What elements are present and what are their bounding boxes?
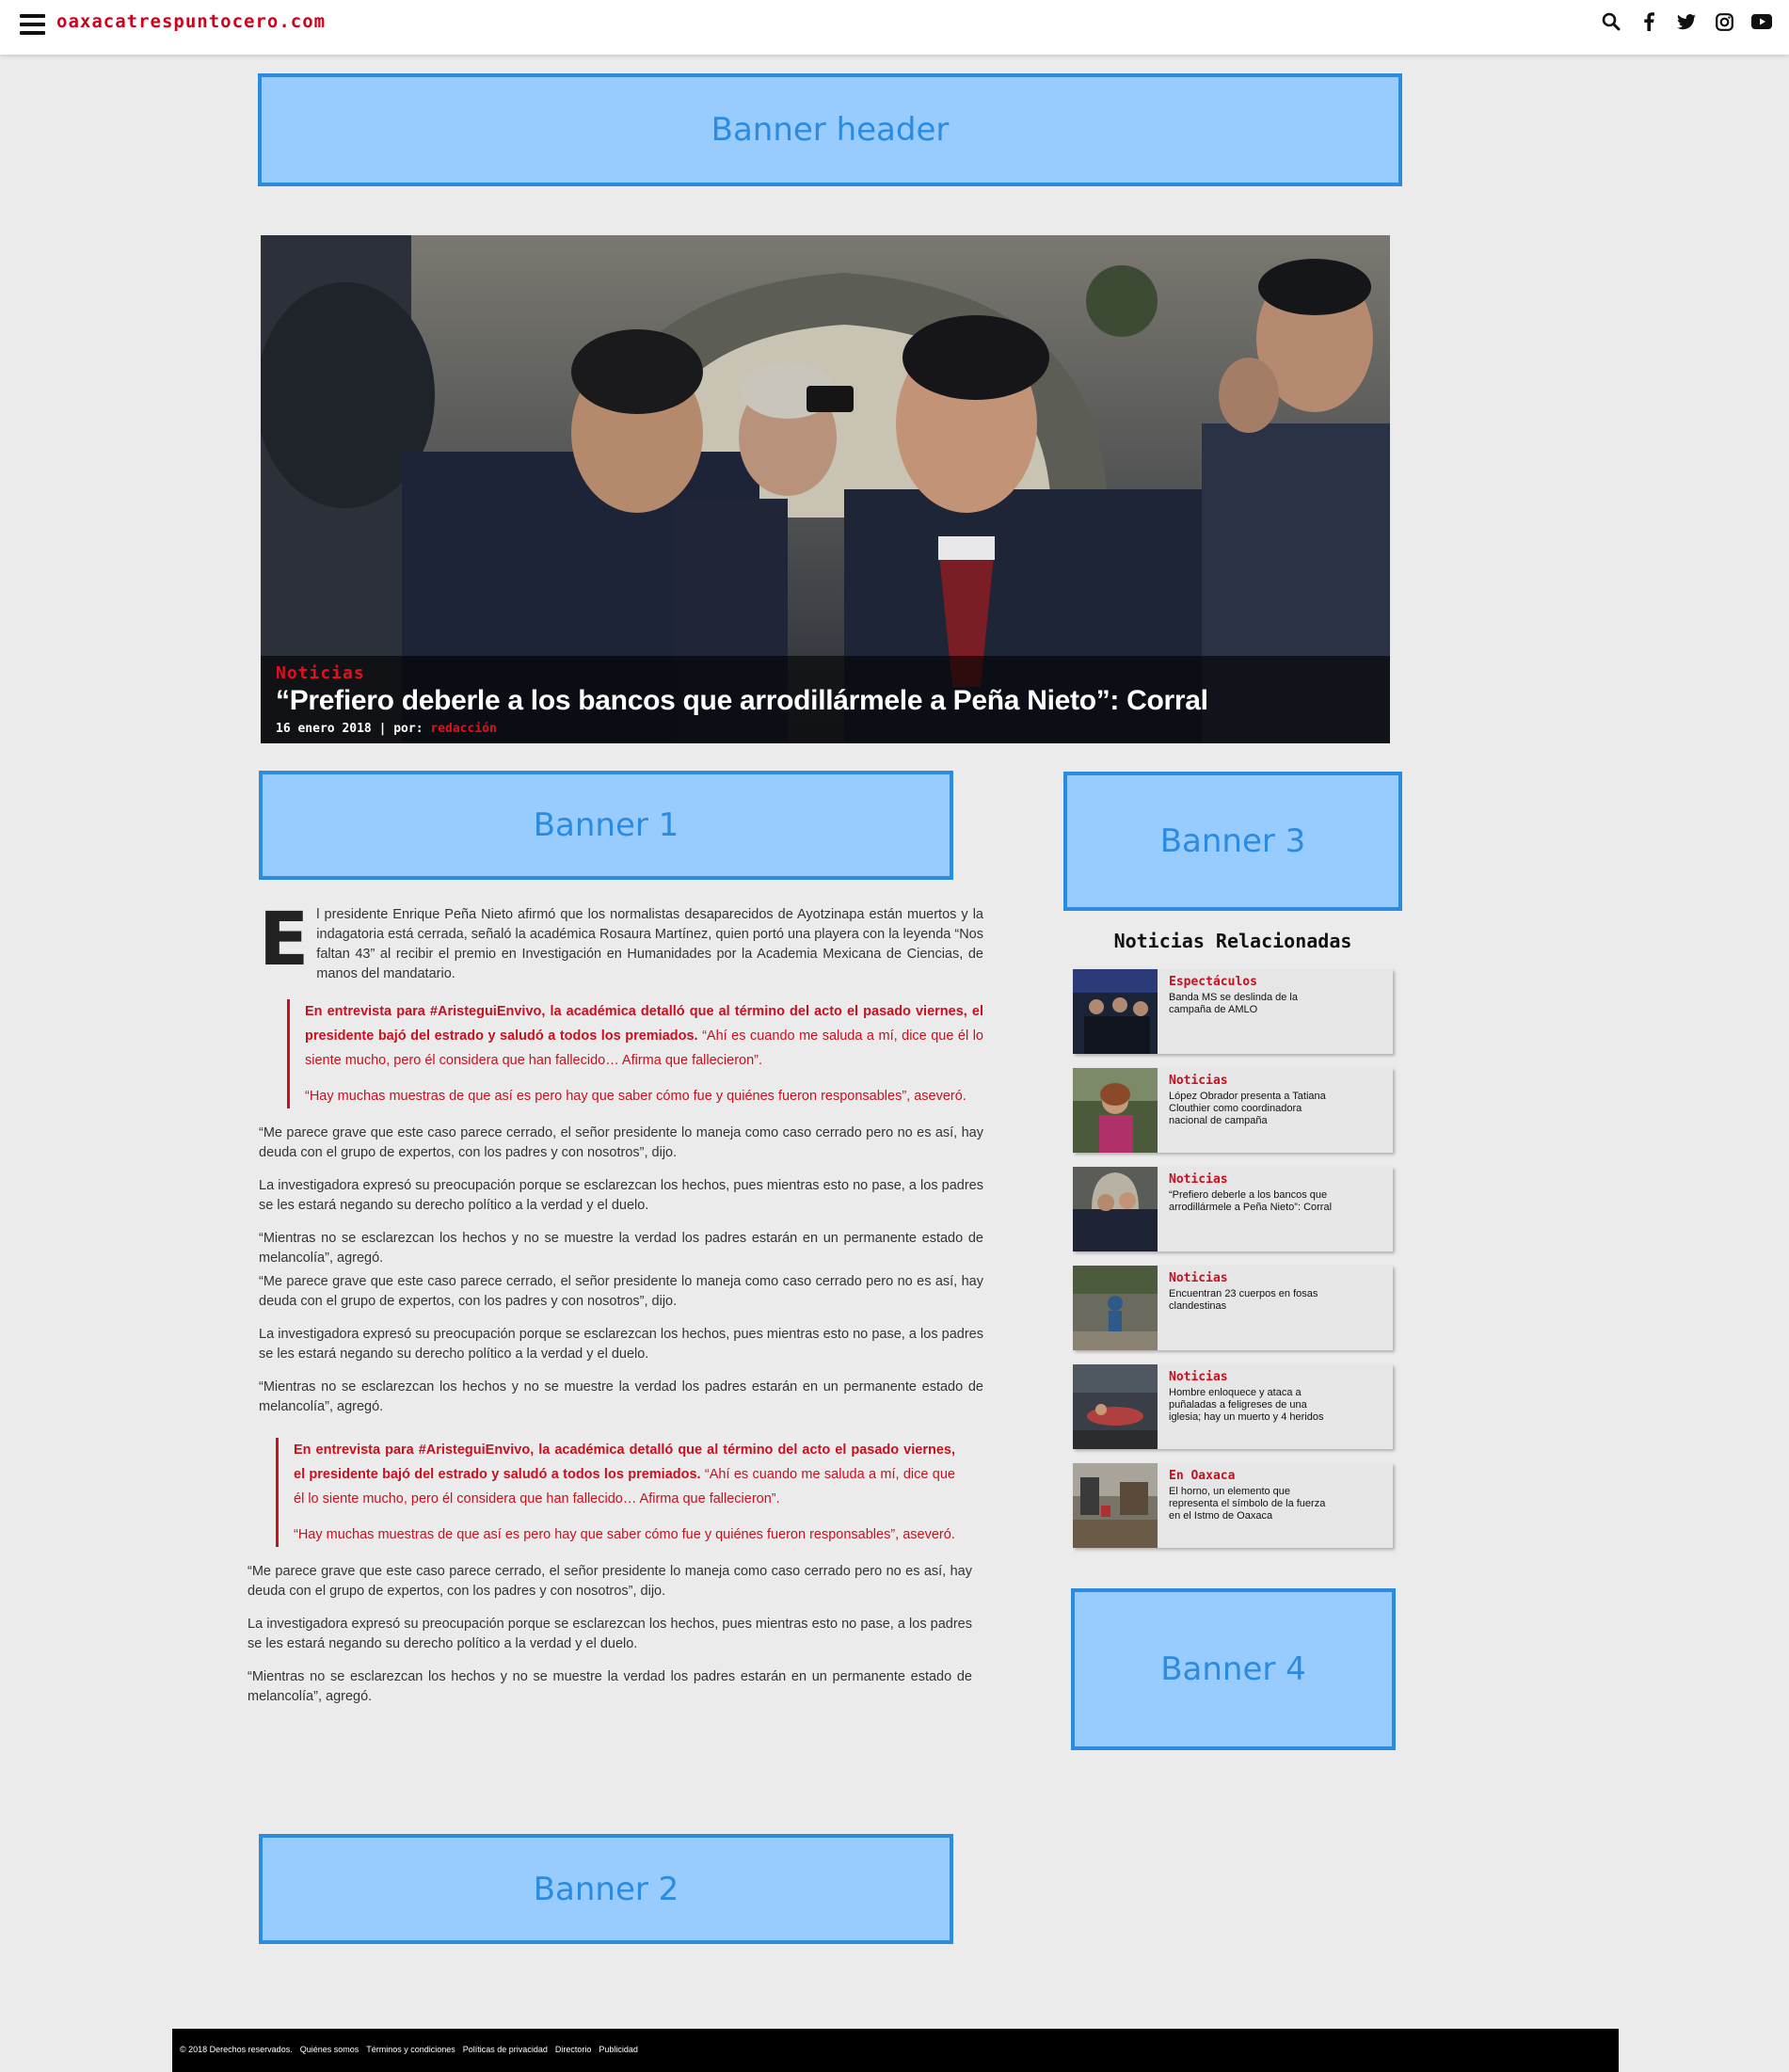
search-icon[interactable]	[1601, 11, 1621, 32]
dropcap: E	[259, 898, 310, 982]
related-card[interactable]: En Oaxaca El horno, un elemento que repr…	[1073, 1463, 1393, 1548]
footer-link-publicidad[interactable]: Publicidad	[599, 2045, 638, 2056]
social-icons	[1601, 11, 1772, 32]
banner-header[interactable]: Banner header	[258, 73, 1402, 186]
article-paragraph: “Me parece grave que este caso parece ce…	[248, 1564, 972, 1599]
related-card[interactable]: Noticias “Prefiero deberle a los bancos …	[1073, 1167, 1393, 1251]
hero-author[interactable]: redacción	[430, 722, 496, 736]
related-category: Noticias	[1169, 1370, 1228, 1384]
related-thumb	[1073, 1364, 1158, 1449]
quote-paragraph-2: “Hay muchas muestras de que así es pero …	[294, 1527, 955, 1542]
hero-caption: Noticias “Prefiero deberle a los bancos …	[261, 656, 1390, 743]
top-navbar: oaxacatrespuntocero.com	[0, 0, 1789, 55]
related-category: Noticias	[1169, 1271, 1228, 1285]
article-body: El presidente Enrique Peña Nieto afirmó …	[248, 898, 983, 1720]
related-thumb	[1073, 1068, 1158, 1153]
article-paragraph: “Mientras no se esclarezcan los hechos y…	[248, 1669, 972, 1704]
banner-3[interactable]: Banner 3	[1063, 772, 1402, 911]
hero-category[interactable]: Noticias	[276, 663, 1375, 683]
related-category: Espectáculos	[1169, 975, 1257, 989]
youtube-icon[interactable]	[1751, 11, 1772, 32]
hero-date: 16 enero 2018	[276, 722, 372, 736]
related-headline[interactable]: El horno, un elemento que representa el …	[1169, 1486, 1338, 1522]
article-paragraph: “Me parece grave que este caso parece ce…	[259, 1125, 983, 1160]
hero-article[interactable]: Noticias “Prefiero deberle a los bancos …	[261, 235, 1390, 743]
related-card[interactable]: Noticias López Obrador presenta a Tatian…	[1073, 1068, 1393, 1153]
blockquote: En entrevista para #AristeguiEnvivo, la …	[276, 1438, 955, 1547]
related-card[interactable]: Noticias Hombre enloquece y ataca a puña…	[1073, 1364, 1393, 1449]
footer-copyright: © 2018 Derechos reservados.	[180, 2045, 293, 2054]
related-card[interactable]: Espectáculos Banda MS se deslinda de la …	[1073, 969, 1393, 1054]
article-paragraph: La investigadora expresó su preocupación…	[259, 1327, 983, 1362]
related-category: Noticias	[1169, 1074, 1228, 1088]
related-card[interactable]: Noticias Encuentran 23 cuerpos en fosas …	[1073, 1266, 1393, 1350]
site-logo[interactable]: oaxacatrespuntocero.com	[56, 11, 326, 32]
related-headline[interactable]: Banda MS se deslinda de la campaña de AM…	[1169, 992, 1338, 1016]
footer-link-quienes-somos[interactable]: Quiénes somos	[300, 2045, 359, 2056]
quote-paragraph: En entrevista para #AristeguiEnvivo, la …	[305, 999, 983, 1073]
related-headline[interactable]: “Prefiero deberle a los bancos que arrod…	[1169, 1189, 1338, 1214]
related-headline[interactable]: Encuentran 23 cuerpos en fosas clandesti…	[1169, 1288, 1338, 1313]
instagram-icon[interactable]	[1714, 11, 1734, 32]
article-paragraph: “Mientras no se esclarezcan los hechos y…	[259, 1379, 983, 1414]
related-list: Espectáculos Banda MS se deslinda de la …	[1073, 969, 1393, 1562]
meta-separator: |	[378, 722, 387, 736]
article-paragraph: “Mientras no se esclarezcan los hechos y…	[259, 1231, 983, 1266]
footer: © 2018 Derechos reservados. Quiénes somo…	[172, 2029, 1619, 2072]
article-paragraph: La investigadora expresó su preocupación…	[248, 1617, 972, 1651]
article-intro: El presidente Enrique Peña Nieto afirmó …	[259, 898, 983, 984]
quote-paragraph: En entrevista para #AristeguiEnvivo, la …	[294, 1438, 955, 1511]
quote-paragraph-2: “Hay muchas muestras de que así es pero …	[305, 1089, 966, 1104]
related-thumb	[1073, 1167, 1158, 1251]
blockquote: En entrevista para #AristeguiEnvivo, la …	[287, 999, 983, 1108]
banner-1[interactable]: Banner 1	[259, 771, 953, 880]
related-headline[interactable]: Hombre enloquece y ataca a puñaladas a f…	[1169, 1387, 1338, 1424]
related-title: Noticias Relacionadas	[1113, 930, 1352, 952]
related-category: Noticias	[1169, 1172, 1228, 1187]
intro-text: l presidente Enrique Peña Nieto afirmó q…	[316, 907, 983, 981]
banner-2[interactable]: Banner 2	[259, 1834, 953, 1944]
related-headline[interactable]: López Obrador presenta a Tatiana Clouthi…	[1169, 1091, 1338, 1127]
footer-link-privacidad[interactable]: Políticas de privacidad	[463, 2045, 548, 2056]
related-thumb	[1073, 969, 1158, 1054]
related-thumb	[1073, 1463, 1158, 1548]
footer-link-directorio[interactable]: Directorio	[555, 2045, 592, 2056]
twitter-icon[interactable]	[1676, 11, 1697, 32]
facebook-icon[interactable]	[1638, 11, 1659, 32]
banner-4[interactable]: Banner 4	[1071, 1588, 1396, 1750]
article-paragraph: La investigadora expresó su preocupación…	[259, 1178, 983, 1213]
footer-link-terminos[interactable]: Términos y condiciones	[366, 2045, 455, 2056]
hero-title[interactable]: “Prefiero deberle a los bancos que arrod…	[276, 685, 1375, 717]
hero-meta: 16 enero 2018 | por: redacción	[276, 722, 1375, 736]
article-paragraph: “Me parece grave que este caso parece ce…	[259, 1274, 983, 1309]
related-thumb	[1073, 1266, 1158, 1350]
menu-icon[interactable]	[20, 14, 45, 35]
related-category: En Oaxaca	[1169, 1469, 1236, 1483]
hero-by: por:	[393, 722, 423, 736]
article-tail: “Me parece grave que este caso parece ce…	[248, 1562, 972, 1707]
